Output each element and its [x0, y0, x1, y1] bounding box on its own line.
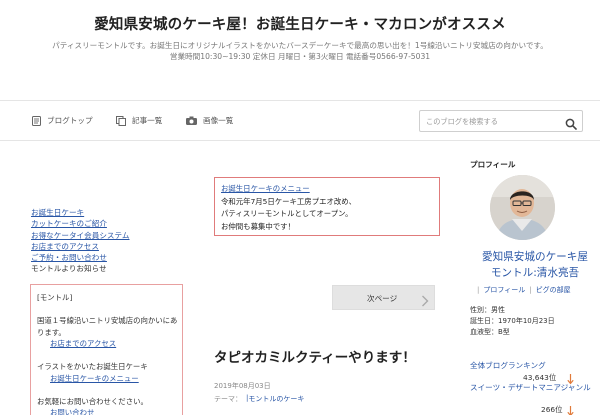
- nav-label: ブログトップ: [47, 116, 93, 125]
- profile-blood-type: 血液型：B型: [470, 327, 510, 336]
- blog-search-input[interactable]: [426, 114, 562, 128]
- post-theme: テーマ： | モントルのケーキ: [214, 394, 304, 404]
- nav-label: 画像一覧: [203, 116, 234, 125]
- sidebar-link-reservation[interactable]: ご予約・お問い合わせ: [31, 252, 191, 263]
- info-contact-text: お気軽にお問い合わせください。: [37, 396, 148, 406]
- pigg-room-link[interactable]: ピグの部屋: [536, 286, 571, 294]
- nav-label: 記事一覧: [132, 116, 163, 125]
- post-date: 2019年08月03日: [214, 382, 271, 390]
- notice-line1: 令和元年7月5日ケーキ工房プエオ改め、: [221, 196, 357, 206]
- info-address-line2: ります。: [37, 327, 66, 337]
- notice-line3: お仲間も募集中です！: [221, 221, 295, 231]
- info-address-line1: 国道１号線沿いニトリ安城店の向かいにあ: [37, 316, 178, 325]
- next-page-label: 次ページ: [367, 294, 398, 303]
- info-illust-text: イラストをかいたお誕生日ケーキ: [37, 362, 148, 371]
- profile-heading: プロフィール: [470, 160, 516, 169]
- camera-icon: [186, 116, 197, 125]
- nav-image-list[interactable]: 画像一覧: [186, 115, 233, 126]
- info-access-link[interactable]: お店までのアクセス: [37, 338, 176, 350]
- info-heading: [モントル]: [37, 293, 73, 302]
- ranking-sweets-link[interactable]: スイーツ・デザートマニアジャンル: [470, 382, 591, 393]
- arrow-down-icon: [567, 402, 574, 415]
- profile-meta: 性別：男性 誕生日：1970年10月23日 血液型：B型: [470, 305, 555, 337]
- notice-line2: パティスリーモントルとしてオープン。: [221, 209, 353, 218]
- search-icon[interactable]: [565, 115, 577, 134]
- blog-nav-bar: ブログトップ 記事一覧 画像一覧: [0, 100, 600, 141]
- post-title[interactable]: タピオカミルクティーやります！: [214, 346, 416, 366]
- document-icon: [32, 115, 41, 126]
- nav-blog-top[interactable]: ブログトップ: [32, 115, 93, 126]
- left-sidebar-links: お誕生日ケーキ カットケーキのご紹介 お得なケータイ会員システム お店までのアク…: [31, 207, 191, 275]
- ranking-sweets-value: 266位: [541, 405, 563, 414]
- blog-description-line2: 営業時間10:30~19:30 定休日 月曜日・第3火曜日 電話番号0566-9…: [169, 52, 431, 61]
- profile-name-line1: 愛知県安城のケーキ屋: [482, 251, 588, 263]
- blog-search-box: [419, 110, 583, 132]
- blog-title[interactable]: 愛知県安城のケーキ屋！お誕生日ケーキ・マカロンがオススメ: [0, 13, 600, 34]
- post-theme-link[interactable]: モントルのケーキ: [248, 394, 304, 404]
- blog-description-line1: パティスリーモントルです。お誕生日にオリジナルイラストをかいたバースデーケーキで…: [52, 41, 548, 50]
- next-page-button[interactable]: 次ページ: [332, 285, 435, 310]
- profile-gender: 性別：男性: [470, 306, 505, 314]
- info-menu-link[interactable]: お誕生日ケーキのメニュー: [37, 373, 176, 385]
- copy-icon: [116, 115, 126, 126]
- profile-link[interactable]: プロフィール: [483, 286, 525, 294]
- notice-box: お誕生日ケーキのメニュー 令和元年7月5日ケーキ工房プエオ改め、 パティスリーモ…: [214, 177, 440, 236]
- notice-menu-link[interactable]: お誕生日ケーキのメニュー: [221, 183, 433, 196]
- post-theme-label: テーマ：: [214, 395, 242, 403]
- nav-article-list[interactable]: 記事一覧: [116, 115, 162, 126]
- ranking-overall-link[interactable]: 全体ブログランキング: [470, 360, 546, 371]
- profile-birthday: 誕生日：1970年10月23日: [470, 316, 555, 325]
- shop-info-box: [モントル] 国道１号線沿いニトリ安城店の向かいにあ ります。 お店までのアクセ…: [30, 284, 183, 415]
- profile-name[interactable]: 愛知県安城のケーキ屋 モントル:清水亮吾: [470, 249, 600, 281]
- sidebar-link-birthday-cake[interactable]: お誕生日ケーキ: [31, 207, 191, 218]
- info-contact-link[interactable]: お問い合わせ: [37, 407, 176, 415]
- blog-header: 愛知県安城のケーキ屋！お誕生日ケーキ・マカロンがオススメ パティスリーモントルで…: [0, 0, 600, 100]
- sidebar-link-access[interactable]: お店までのアクセス: [31, 241, 191, 252]
- sidebar-link-cut-cake[interactable]: カットケーキのご紹介: [31, 218, 191, 229]
- sidebar-text-news: モントルよりお知らせ: [31, 264, 107, 274]
- profile-links: | プロフィール | ピグの部屋: [477, 286, 571, 294]
- sidebar-link-member-system[interactable]: お得なケータイ会員システム: [31, 230, 191, 241]
- avatar[interactable]: [490, 175, 555, 240]
- chevron-right-icon: [421, 292, 429, 311]
- profile-name-line2: モントル:清水亮吾: [490, 267, 580, 279]
